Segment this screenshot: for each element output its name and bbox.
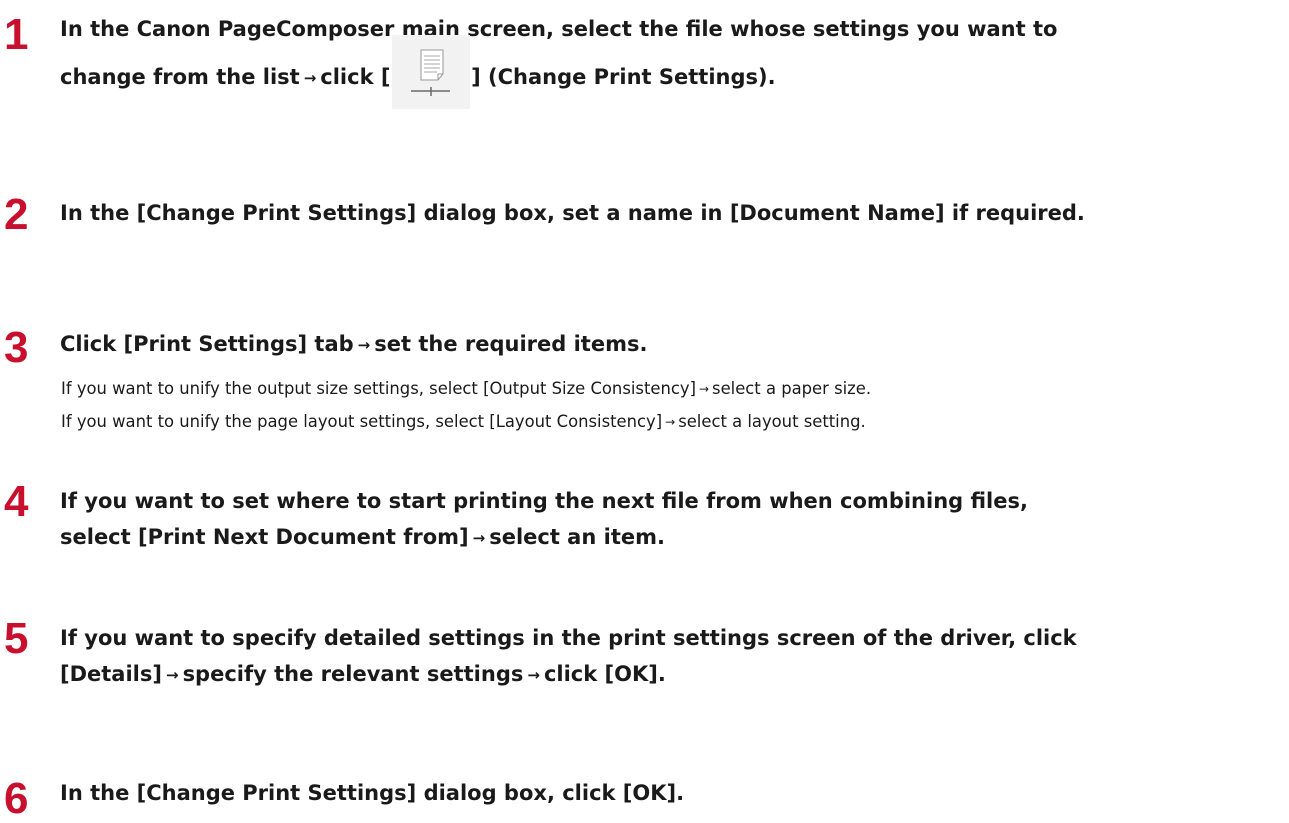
arrow-icon: →	[165, 666, 179, 684]
detail-text: select a layout setting.	[678, 412, 866, 431]
step-line: [Details] → specify the relevant settings →…	[60, 656, 1289, 694]
step-text-part: [Details]	[60, 662, 162, 686]
step-line: If you want to set where to start printi…	[60, 489, 1028, 513]
step-line: In the [Change Print Settings] dialog bo…	[60, 201, 1085, 225]
detail-text: If you want to unify the output size set…	[61, 379, 696, 398]
procedure-page: 1 In the Canon PageComposer main screen,…	[0, 0, 1289, 823]
step-text: In the Canon PageComposer main screen, s…	[60, 15, 1285, 109]
arrow-icon: →	[698, 382, 710, 396]
step-line: Click [Print Settings] tab → set the requi…	[60, 330, 1285, 360]
step-text-part: set the required items.	[374, 332, 648, 356]
step-text-part: select an item.	[489, 525, 665, 549]
detail-line: If you want to unify the output size set…	[61, 373, 871, 406]
detail-text: If you want to unify the page layout set…	[61, 412, 663, 431]
step-detail: If you want to unify the output size set…	[61, 373, 871, 439]
detail-text: select a paper size.	[712, 379, 872, 398]
step-line: In the [Change Print Settings] dialog bo…	[60, 781, 685, 805]
step-number: 3	[4, 323, 29, 372]
step-text-part: select [Print Next Document from]	[60, 525, 469, 549]
step-number: 5	[4, 614, 29, 663]
step-number: 2	[4, 190, 29, 239]
step-text: In the [Change Print Settings] dialog bo…	[60, 775, 1285, 811]
step-text-part: click [	[320, 65, 391, 89]
step-text-part: change from the list	[60, 65, 300, 89]
step-text-part: Click [Print Settings] tab	[60, 332, 354, 356]
step-number: 1	[4, 10, 29, 59]
arrow-icon: →	[665, 415, 676, 429]
step-number: 4	[4, 477, 29, 526]
step-text-part: ] (Change Print Settings).	[471, 65, 776, 89]
detail-line: If you want to unify the page layout set…	[61, 406, 871, 439]
arrow-icon: →	[527, 666, 540, 684]
arrow-icon: →	[472, 529, 486, 547]
step-text: If you want to specify detailed settings…	[60, 620, 1289, 694]
step-number: 6	[4, 774, 29, 823]
step-text: Click [Print Settings] tab → set the requi…	[60, 330, 1285, 360]
step-text-part: click [OK].	[543, 662, 666, 686]
arrow-icon: →	[357, 336, 371, 354]
step-text: If you want to set where to start printi…	[60, 483, 1285, 557]
step-text: In the [Change Print Settings] dialog bo…	[60, 199, 1289, 227]
step-line: If you want to specify detailed settings…	[60, 626, 1077, 650]
change-print-settings-icon	[391, 35, 470, 109]
step-text-part: specify the relevant settings	[182, 662, 524, 686]
arrow-icon: →	[303, 69, 317, 87]
step-line: change from the list → click [] (Change…	[60, 35, 1285, 109]
step-line: select [Print Next Document from] → select…	[60, 519, 1285, 557]
